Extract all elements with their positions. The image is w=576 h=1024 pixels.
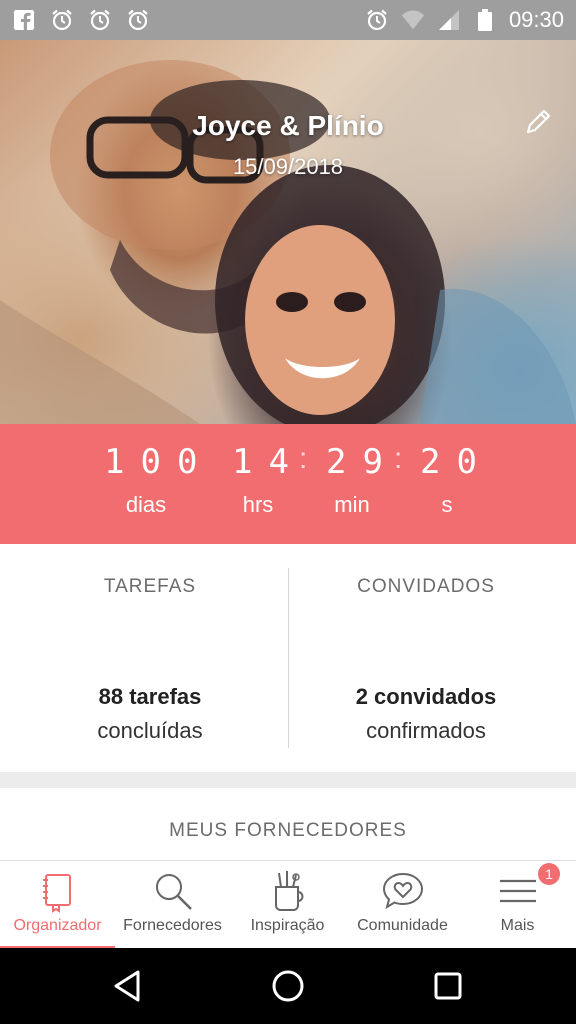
signal-icon (437, 8, 461, 32)
countdown-banner: 100 14 : 29 : 20 dias hrs min s (0, 424, 576, 544)
countdown-seconds-label: s (441, 492, 453, 517)
alarm-icon (50, 8, 74, 32)
tab-organizador[interactable]: Organizador (0, 861, 115, 949)
countdown-minutes: 29 (326, 442, 399, 482)
tab-label: Organizador (13, 917, 102, 934)
tab-fornecedores[interactable]: Fornecedores (115, 861, 230, 949)
tab-label: Inspiração (250, 917, 325, 934)
countdown-days-label: dias (125, 492, 167, 517)
wedding-date: 15/09/2018 (232, 154, 344, 179)
countdown-separator: : (299, 442, 308, 475)
search-icon (151, 869, 195, 913)
suppliers-section[interactable]: MEUS FORNECEDORES (0, 788, 576, 860)
countdown-hours-label: hrs (242, 492, 274, 517)
notification-badge: 1 (538, 863, 560, 885)
recents-icon[interactable] (428, 966, 468, 1006)
facebook-icon (12, 8, 36, 32)
tasks-title: TAREFAS (103, 576, 197, 597)
back-icon[interactable] (108, 966, 148, 1006)
notebook-icon (36, 869, 80, 913)
status-bar: 09:30 (0, 0, 576, 40)
heart-chat-icon (381, 869, 425, 913)
tab-comunidade[interactable]: Comunidade (345, 861, 460, 949)
alarm-icon (88, 8, 112, 32)
wifi-icon (401, 8, 425, 32)
menu-icon (496, 869, 540, 913)
countdown-hours: 14 (232, 442, 305, 482)
alarm-icon (126, 8, 150, 32)
tasks-count: 88 tarefas (98, 684, 202, 709)
countdown-days: 100 (104, 442, 214, 482)
tab-label: Fornecedores (123, 917, 222, 934)
home-icon[interactable] (268, 966, 308, 1006)
suppliers-title: MEUS FORNECEDORES (169, 820, 407, 841)
guests-card[interactable]: CONVIDADOS 2 convidados confirmados (282, 544, 570, 772)
system-nav-bar (0, 948, 576, 1024)
countdown-minutes-label: min (334, 492, 370, 517)
alarm-icon (365, 8, 389, 32)
bottom-tab-bar: Organizador Fornecedores Inspiração Comu… (0, 860, 576, 949)
couple-names: Joyce & Plínio (192, 110, 384, 141)
couple-photo: Joyce & Plínio 15/09/2018 (0, 40, 576, 424)
tasks-sub: concluídas (97, 718, 203, 743)
status-time: 09:30 (508, 7, 564, 32)
pencil-cup-icon (266, 869, 310, 913)
battery-icon (473, 8, 497, 32)
pencil-icon[interactable] (522, 106, 554, 138)
summary-cards: TAREFAS 88 tarefas concluídas CONVIDADOS… (0, 544, 576, 772)
guests-sub: confirmados (366, 718, 486, 743)
countdown-separator: : (394, 442, 403, 475)
guests-count: 2 convidados (355, 684, 497, 709)
tab-inspiracao[interactable]: Inspiração (230, 861, 345, 949)
countdown-seconds: 20 (420, 442, 493, 482)
guests-title: CONVIDADOS (357, 576, 495, 597)
tab-label: Comunidade (357, 917, 448, 934)
tasks-card[interactable]: TAREFAS 88 tarefas concluídas (6, 544, 294, 772)
tab-label: Mais (500, 917, 535, 934)
photo-illustration (0, 60, 576, 424)
